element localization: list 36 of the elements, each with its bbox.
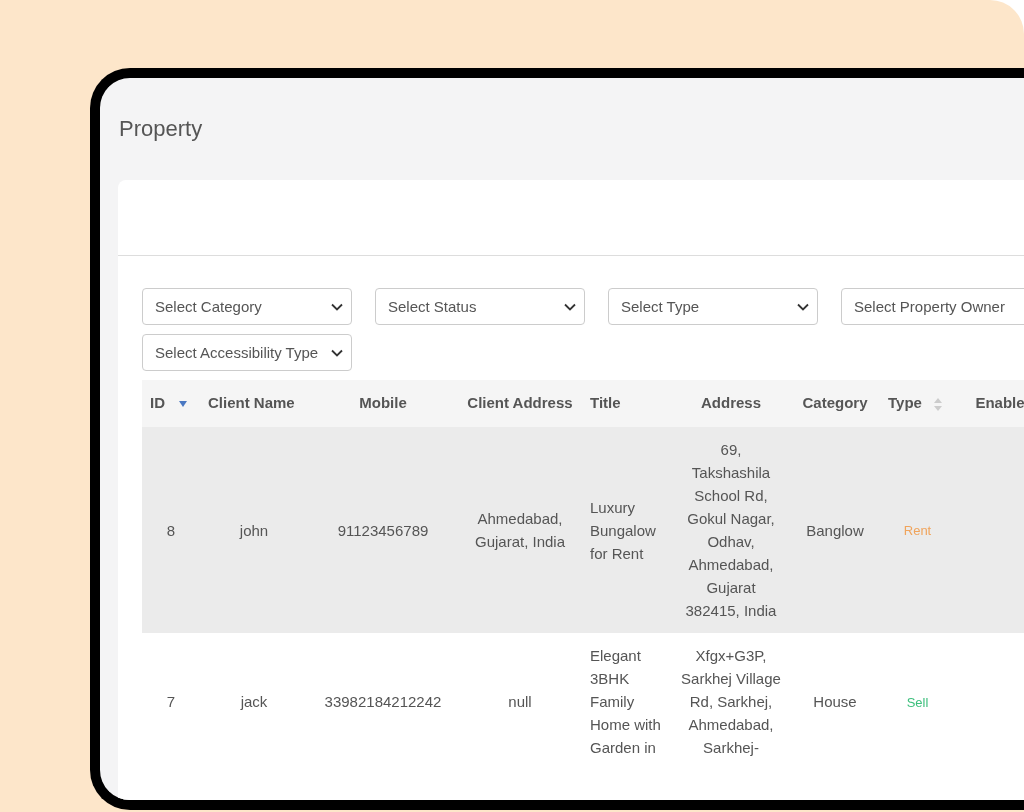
select-field[interactable]: Select Status	[375, 288, 585, 325]
table-cell: jack	[240, 693, 268, 710]
column-header: Address	[701, 394, 761, 412]
table-cell: 69, Takshashila School Rd, Gokul Nagar, Odhav, Ahmedabad, Gujarat 382415, India	[685, 441, 777, 619]
page-title: Property	[118, 115, 204, 143]
table-cell: Ahmedabad, Gujarat, India	[474, 510, 566, 550]
type-label: Rent	[903, 523, 932, 538]
column-header: Client Address	[467, 394, 573, 412]
type-label: Sell	[906, 694, 929, 710]
table-cell: 8	[166, 521, 176, 539]
table-cell: House	[813, 693, 857, 710]
chevron-down-icon	[797, 303, 809, 311]
column-header: Category	[802, 394, 868, 412]
select-field[interactable]: Select Accessibility Type	[142, 334, 352, 371]
table-cell: john	[239, 521, 269, 539]
select-field[interactable]: Select Category	[142, 288, 352, 325]
select-field[interactable]: Select Property Owner	[841, 288, 1024, 325]
table-cell: Luxury Bungalow for Rent	[590, 498, 656, 562]
chevron-down-icon	[564, 303, 576, 311]
column-header[interactable]: Type	[888, 394, 922, 412]
sort-descending-icon[interactable]	[179, 401, 188, 408]
column-header: Title	[590, 394, 621, 412]
table-cell: 33982184212242	[324, 693, 442, 710]
column-header: Enable	[975, 394, 1024, 412]
table-cell: Elegant 3BHK Family Home with Garden in	[590, 647, 661, 756]
table-cell: 7	[166, 693, 176, 710]
select-field[interactable]: Select Type	[608, 288, 818, 325]
table-cell: Banglow	[806, 521, 864, 539]
table-cell: Xfgx+G3P, Sarkhej Village Rd, Sarkhej, Ahmedabad, Sarkhej-	[681, 647, 781, 756]
chevron-down-icon	[331, 349, 343, 357]
column-header: Mobile	[359, 394, 407, 412]
table-cell: null	[508, 693, 532, 710]
column-header[interactable]: ID	[150, 394, 165, 412]
chevron-down-icon	[331, 303, 343, 311]
column-header: Client Name	[208, 394, 295, 412]
table-cell: 91123456789	[337, 521, 429, 539]
